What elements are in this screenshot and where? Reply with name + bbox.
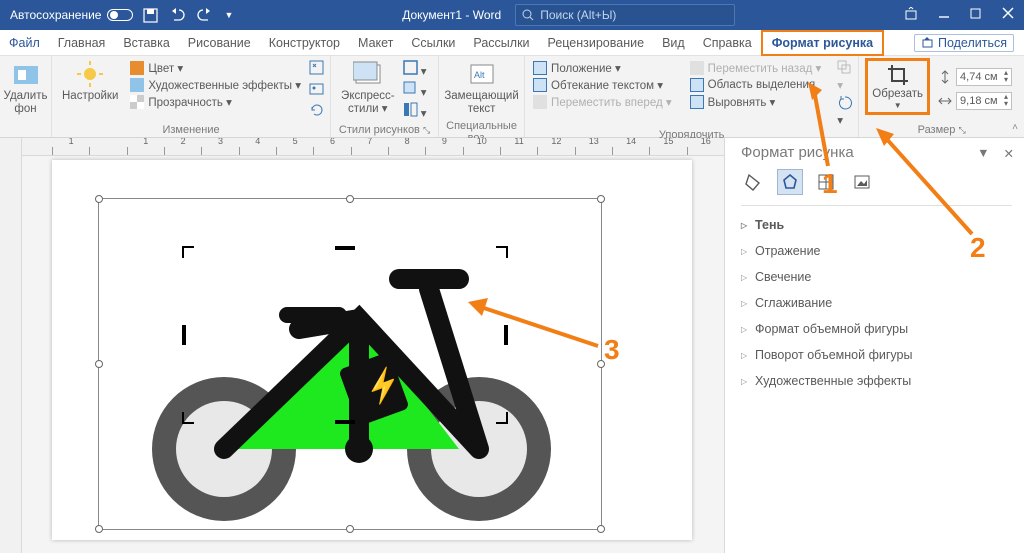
title-bar: Автосохранение ▼ Документ1 - Word Поиск …: [0, 0, 1024, 30]
tab-insert[interactable]: Вставка: [114, 30, 178, 56]
share-button[interactable]: Поделиться: [914, 34, 1024, 52]
tab-draw[interactable]: Рисование: [179, 30, 260, 56]
search-placeholder: Поиск (Alt+Ы): [540, 8, 616, 22]
group-label-styles: Стили рисунков ⤡: [337, 122, 432, 136]
annotation-3: 3: [604, 334, 620, 366]
pane-node[interactable]: Художественные эффекты: [741, 368, 1012, 394]
width-icon: [938, 94, 952, 108]
forward-icon: [533, 95, 547, 109]
document-title: Документ1 - Word: [402, 8, 501, 22]
annotation-1: 1: [822, 168, 838, 200]
tab-file[interactable]: Файл: [0, 30, 49, 56]
tab-view[interactable]: Вид: [653, 30, 694, 56]
selection-pane-icon: [690, 78, 704, 92]
svg-text:Alt: Alt: [474, 70, 485, 80]
change-picture-icon[interactable]: [309, 81, 324, 99]
tab-design[interactable]: Конструктор: [260, 30, 349, 56]
picture-effects-icon[interactable]: ▾: [403, 81, 427, 99]
corrections-button[interactable]: Настройки: [58, 58, 122, 120]
maximize-icon[interactable]: [970, 7, 982, 24]
height-icon: [938, 70, 952, 84]
pane-tab-fill-icon[interactable]: [741, 169, 767, 195]
height-input[interactable]: 4,74 см▴▾: [956, 68, 1012, 86]
selection-pane-button[interactable]: Область выделения: [688, 77, 824, 93]
compress-pictures-icon[interactable]: [309, 60, 324, 78]
redo-icon[interactable]: [197, 8, 212, 22]
picture-styles-button[interactable]: Экспресс- стили ▾: [337, 58, 399, 120]
position-icon: [533, 61, 547, 75]
crop-region[interactable]: [184, 248, 506, 422]
share-icon: [921, 36, 934, 49]
reset-picture-icon[interactable]: [309, 102, 324, 120]
ribbon-options-icon[interactable]: [904, 7, 918, 24]
annotation-arrow-2: [876, 128, 986, 248]
picture-border-icon[interactable]: ▾: [403, 60, 427, 78]
search-box[interactable]: Поиск (Alt+Ы): [515, 4, 735, 26]
wrap-text-button[interactable]: Обтекание текстом ▾: [531, 77, 674, 93]
align-icon: [690, 95, 704, 109]
group-label-adjust: Изменение: [58, 122, 324, 136]
picture-layout-icon[interactable]: ▾: [403, 102, 427, 120]
horizontal-ruler: 112345678910111213141516: [22, 138, 724, 156]
tab-home[interactable]: Главная: [49, 30, 115, 56]
autosave-label: Автосохранение: [10, 8, 101, 22]
width-input[interactable]: 9,18 см▴▾: [956, 92, 1012, 110]
align-button[interactable]: Выровнять ▾: [688, 94, 824, 110]
annotation-2: 2: [970, 232, 986, 264]
close-icon[interactable]: [1002, 7, 1014, 24]
pane-tab-effects-icon[interactable]: [777, 169, 803, 195]
tab-review[interactable]: Рецензирование: [539, 30, 654, 56]
send-backward-button[interactable]: Переместить назад ▾: [688, 60, 824, 76]
ribbon-tabs: Файл Главная Вставка Рисование Конструкт…: [0, 30, 1024, 56]
palette-icon: [130, 61, 144, 75]
alt-text-icon: Alt: [468, 60, 496, 88]
brightness-icon: [76, 60, 104, 88]
artistic-effects-button[interactable]: Художественные эффекты ▾: [128, 77, 303, 93]
vertical-ruler: [0, 138, 22, 553]
tab-mailings[interactable]: Рассылки: [464, 30, 538, 56]
tab-picture-format[interactable]: Формат рисунка: [761, 30, 884, 56]
tab-references[interactable]: Ссылки: [402, 30, 464, 56]
color-button[interactable]: Цвет ▾: [128, 60, 303, 76]
remove-background-button[interactable]: Удалить фон: [6, 58, 45, 118]
minimize-icon[interactable]: [938, 7, 950, 24]
wrap-icon: [533, 78, 547, 92]
save-icon[interactable]: [143, 8, 158, 23]
tab-help[interactable]: Справка: [694, 30, 761, 56]
backward-icon: [690, 61, 704, 75]
qat-dropdown-icon[interactable]: ▼: [224, 10, 233, 20]
position-button[interactable]: Положение ▾: [531, 60, 674, 76]
collapse-ribbon-icon[interactable]: ˄: [1012, 122, 1018, 133]
styles-icon: [353, 60, 383, 88]
bring-forward-button[interactable]: Переместить вперед ▾: [531, 94, 674, 110]
search-icon: [522, 9, 534, 21]
pane-node[interactable]: Поворот объемной фигуры: [741, 342, 1012, 368]
autosave-toggle[interactable]: [107, 9, 133, 21]
pane-close-icon[interactable]: ✕: [1004, 146, 1014, 161]
tab-layout[interactable]: Макет: [349, 30, 402, 56]
pane-node[interactable]: Сглаживание: [741, 290, 1012, 316]
transparency-button[interactable]: Прозрачность ▾: [128, 94, 303, 110]
alt-text-button[interactable]: Alt Замещающий текст: [445, 58, 518, 118]
undo-icon[interactable]: [170, 8, 185, 22]
brush-icon: [130, 78, 144, 92]
transparency-icon: [130, 95, 144, 109]
pane-node[interactable]: Формат объемной фигуры: [741, 316, 1012, 342]
annotation-arrow-3: [468, 298, 618, 358]
pane-node[interactable]: Свечение: [741, 264, 1012, 290]
remove-bg-icon: [12, 60, 40, 88]
